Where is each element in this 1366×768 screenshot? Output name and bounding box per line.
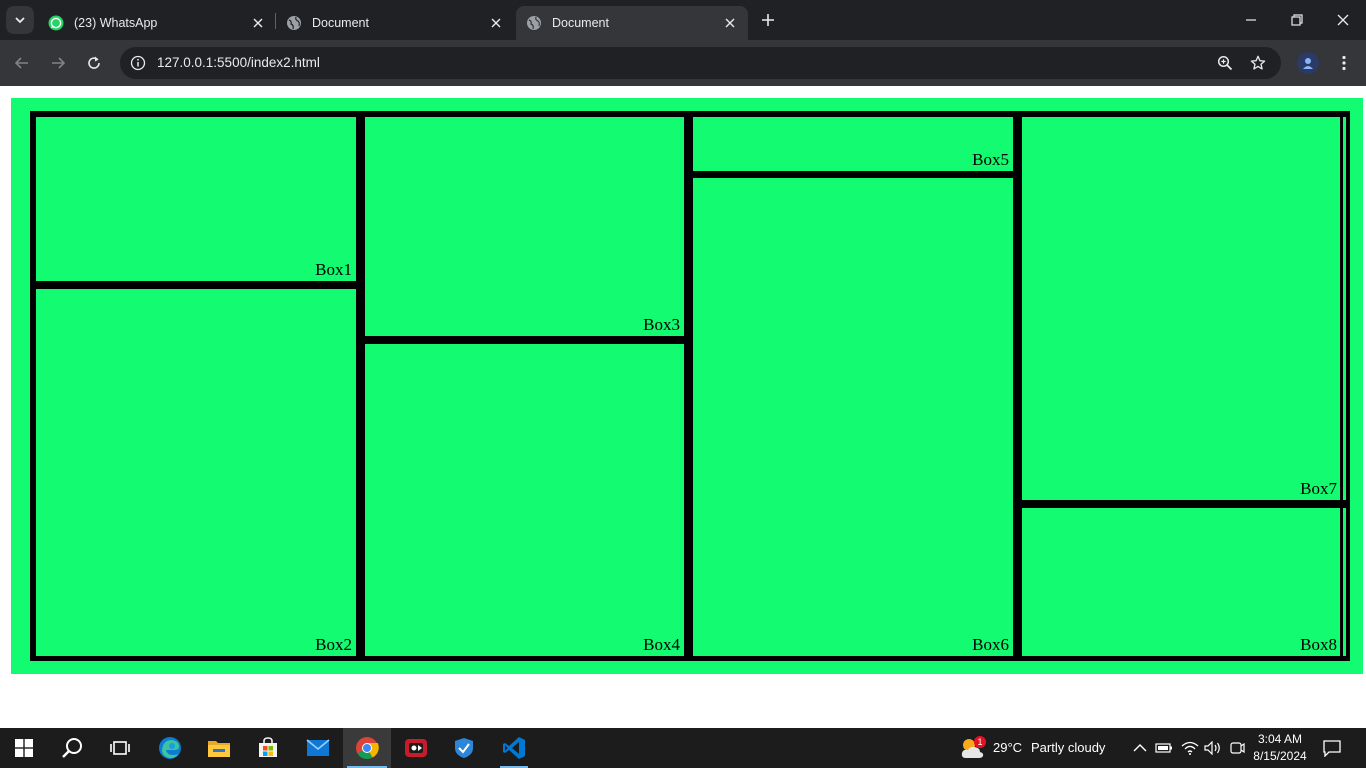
notification-icon (1323, 740, 1341, 757)
file-explorer-icon (208, 741, 230, 757)
taskbar-store[interactable] (244, 728, 292, 768)
notifications-button[interactable] (1322, 738, 1342, 758)
restore-icon (1291, 14, 1303, 26)
globe-icon (526, 15, 542, 31)
weather-temp[interactable]: 29°C (993, 740, 1022, 755)
box1-label: Box1 (315, 260, 352, 279)
row-divider-col3 (688, 171, 1017, 178)
box7-label: Box7 (1300, 479, 1337, 498)
globe-icon (286, 15, 302, 31)
close-window-button[interactable] (1320, 0, 1366, 40)
column-divider-3 (1013, 111, 1022, 661)
tab-document-2[interactable]: Document (516, 6, 748, 40)
tab-strip: (23) WhatsApp Document Document (0, 0, 1366, 40)
taskbar-mail[interactable] (294, 728, 342, 768)
wifi-icon[interactable] (1180, 738, 1200, 758)
tab-search-button[interactable] (6, 6, 34, 34)
weather-alert-badge: 1 (974, 736, 986, 748)
taskbar-file-explorer[interactable] (195, 728, 243, 768)
task-view-button[interactable] (96, 728, 144, 768)
browser-menu-button[interactable] (1334, 50, 1354, 76)
minimize-button[interactable] (1228, 0, 1274, 40)
edge-icon (159, 737, 181, 759)
forward-button[interactable] (44, 49, 72, 77)
avatar-icon (1303, 58, 1313, 69)
outer-border-left (30, 111, 36, 661)
tab-title: Document (312, 16, 369, 30)
restore-button[interactable] (1274, 0, 1320, 40)
column-divider-1 (356, 111, 365, 661)
start-button[interactable] (0, 728, 48, 768)
profile-avatar[interactable] (1297, 52, 1319, 74)
close-tab-icon[interactable] (720, 13, 740, 33)
column-divider-2 (684, 111, 693, 661)
minimize-icon (1246, 19, 1256, 21)
taskbar-defender[interactable] (440, 728, 488, 768)
kebab-menu-icon (1342, 55, 1346, 71)
close-tab-icon[interactable] (486, 13, 506, 33)
reload-button[interactable] (80, 49, 108, 77)
box5-label: Box5 (972, 150, 1009, 169)
chevron-up-icon (1133, 744, 1147, 752)
search-icon (62, 738, 82, 758)
defender-icon (455, 738, 473, 758)
page-viewport: Box1 Box2 Box3 Box4 Box5 Box6 Box7 Box8 (0, 86, 1366, 728)
box3-label: Box3 (643, 315, 680, 334)
tab-title: Document (552, 16, 609, 30)
site-info-icon[interactable] (128, 53, 148, 73)
address-bar[interactable]: 127.0.0.1:5500/index2.html (120, 47, 1281, 79)
volume-icon[interactable] (1203, 738, 1223, 758)
taskbar-clock[interactable]: 3:04 AM 8/15/2024 (1250, 731, 1310, 765)
tab-whatsapp[interactable]: (23) WhatsApp (38, 6, 276, 40)
browser-toolbar: 127.0.0.1:5500/index2.html (0, 40, 1366, 86)
screen-recorder-icon (405, 739, 427, 757)
task-view-icon (110, 741, 130, 755)
whatsapp-icon (48, 15, 64, 31)
row-divider-col4 (1017, 500, 1348, 508)
box4-label: Box4 (643, 635, 680, 654)
weather-condition[interactable]: Partly cloudy (1031, 740, 1105, 755)
box2-label: Box2 (315, 635, 352, 654)
box8-label: Box8 (1300, 635, 1337, 654)
chrome-icon (356, 737, 379, 759)
box6-label: Box6 (972, 635, 1009, 654)
close-tab-icon[interactable] (248, 13, 268, 33)
meet-now-icon[interactable] (1227, 738, 1247, 758)
start-icon (15, 739, 33, 757)
battery-icon[interactable] (1154, 738, 1174, 758)
tab-document-1[interactable]: Document (276, 6, 514, 40)
clock-date: 8/15/2024 (1253, 749, 1307, 763)
new-tab-button[interactable] (756, 8, 780, 32)
taskbar-search-button[interactable] (48, 728, 96, 768)
mail-icon (306, 739, 330, 756)
bookmark-star-icon[interactable] (1248, 53, 1268, 73)
show-hidden-icons-button[interactable] (1130, 738, 1150, 758)
taskbar-vscode[interactable] (490, 728, 538, 768)
vscode-icon (503, 737, 525, 759)
clock-time: 3:04 AM (1257, 732, 1303, 746)
row-divider-col1 (30, 281, 360, 289)
tab-title: (23) WhatsApp (74, 16, 158, 30)
back-button[interactable] (8, 49, 36, 77)
plus-icon (762, 14, 774, 26)
outer-border-right (1346, 111, 1350, 661)
store-icon (259, 737, 277, 757)
windows-taskbar: 1 29°C Partly cloudy 3:04 AM 8/15/2024 (0, 728, 1366, 768)
zoom-icon[interactable] (1215, 53, 1235, 73)
url-text: 127.0.0.1:5500/index2.html (157, 55, 320, 70)
row-divider-col2 (360, 336, 688, 344)
taskbar-edge[interactable] (146, 728, 194, 768)
close-icon (1337, 14, 1349, 26)
taskbar-chrome[interactable] (343, 728, 391, 768)
reload-icon (88, 56, 100, 69)
back-arrow-icon (14, 57, 28, 69)
taskbar-screen-recorder[interactable] (392, 728, 440, 768)
forward-arrow-icon (52, 57, 66, 69)
chevron-down-icon (15, 17, 25, 24)
column-divider-4 (1340, 111, 1343, 661)
